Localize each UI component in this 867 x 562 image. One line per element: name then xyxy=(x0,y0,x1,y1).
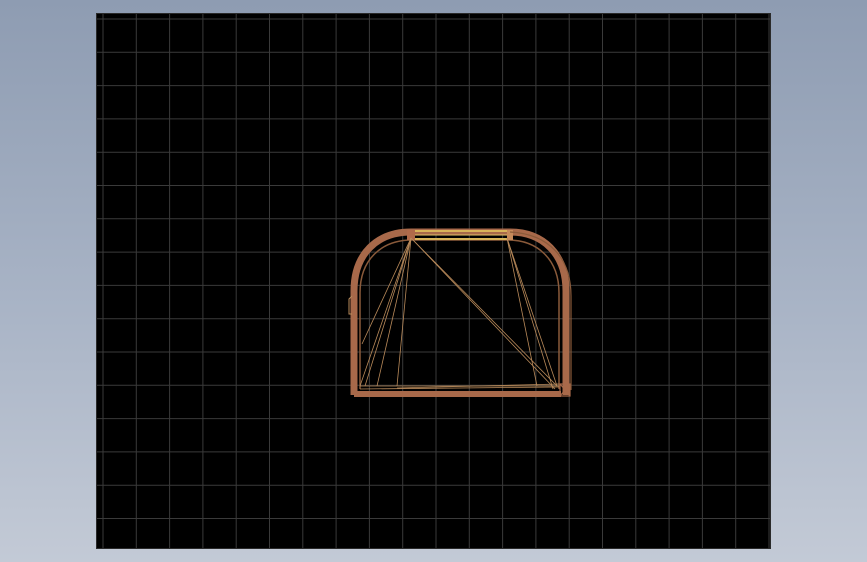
3d-viewport[interactable] xyxy=(96,13,771,549)
viewport-canvas[interactable] xyxy=(97,14,770,548)
frame-inner-edge xyxy=(359,239,560,389)
frame-model[interactable] xyxy=(348,228,572,397)
wireframe-lines xyxy=(359,237,560,390)
frame-right-secondary-edge xyxy=(509,231,572,390)
frame-endcap-right xyxy=(507,230,513,240)
grid-layer xyxy=(97,14,770,548)
